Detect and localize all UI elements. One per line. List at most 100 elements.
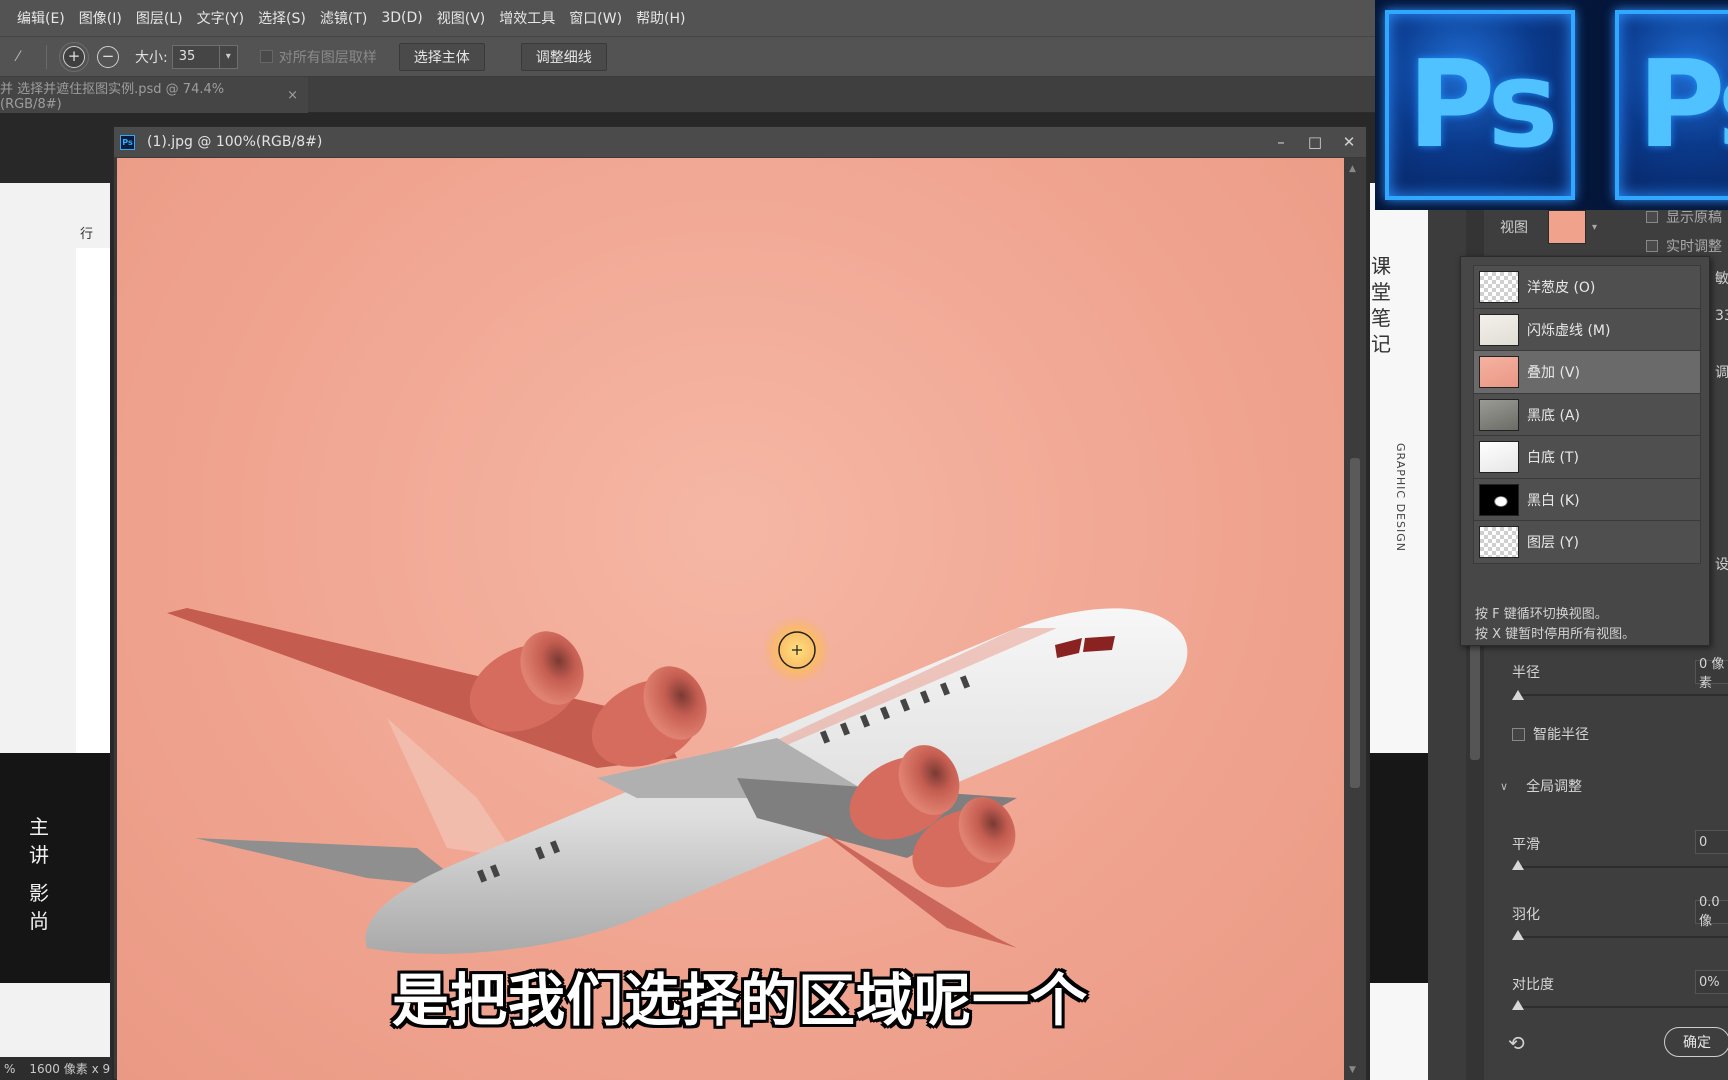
view-mode-item[interactable]: 叠加 (V) xyxy=(1473,350,1701,394)
menu-item[interactable]: 3D(D) xyxy=(374,10,429,26)
view-mode-item[interactable]: 黑底 (A) xyxy=(1473,392,1701,437)
chevron-down-icon[interactable]: ∨ xyxy=(1500,780,1508,793)
vertical-scrollbar[interactable]: ▲ ▼ xyxy=(1344,158,1366,1080)
dark-banner xyxy=(1370,753,1428,983)
menu-item[interactable]: 选择(S) xyxy=(251,8,313,28)
smooth-label: 平滑 xyxy=(1512,837,1540,853)
ps-logo-text: Ps xyxy=(1407,35,1558,175)
vertical-char: 堂 xyxy=(1371,280,1391,304)
smooth-slider-track[interactable] xyxy=(1514,866,1728,868)
close-icon[interactable]: ✕ xyxy=(1332,133,1366,151)
divider xyxy=(46,44,47,69)
feather-input[interactable]: 0.0 像 xyxy=(1695,895,1728,929)
minimize-icon[interactable]: – xyxy=(1264,133,1298,151)
vertical-char: 尚 xyxy=(29,909,49,933)
view-mode-thumbnail xyxy=(1479,313,1519,346)
row-label: 行 xyxy=(80,227,94,242)
menu-item[interactable]: 滤镜(T) xyxy=(313,8,374,28)
maximize-icon[interactable]: □ xyxy=(1298,133,1332,151)
menu-item[interactable]: 帮助(H) xyxy=(629,8,692,28)
size-input[interactable]: 35 xyxy=(171,44,220,69)
show-original-row[interactable]: 显示原稿 xyxy=(1646,207,1722,227)
view-mode-label: 叠加 (V) xyxy=(1527,365,1580,381)
realtime-row[interactable]: 实时调整 xyxy=(1646,236,1722,256)
document-size: 1600 像素 x 9 xyxy=(29,1062,111,1076)
view-mode-item[interactable]: 白底 (T) xyxy=(1473,435,1701,479)
add-to-selection-icon[interactable]: + xyxy=(59,41,89,72)
menu-item[interactable]: 图层(L) xyxy=(129,8,190,28)
reset-icon[interactable]: ⟲ xyxy=(1508,1031,1525,1055)
radius-input[interactable]: 0 像素 xyxy=(1695,657,1728,691)
brand-subtitle: GRAPHIC DESIGN xyxy=(1394,443,1407,552)
document-tab[interactable]: 并 选择并遮住抠图实例.psd @ 74.4%(RGB/8#) × xyxy=(0,77,308,113)
view-mode-thumbnail xyxy=(1479,483,1519,516)
vertical-char: 笔 xyxy=(1371,306,1391,330)
scroll-down-icon[interactable]: ▼ xyxy=(1349,1065,1356,1075)
menu-bar: 编辑(E) 图像(I) 图层(L) 文字(Y) 选择(S) 滤镜(T) 3D(D) 视图(V)… xyxy=(0,0,1380,36)
refine-hair-button[interactable]: 调整细线 xyxy=(520,42,607,71)
close-icon[interactable]: × xyxy=(287,88,298,103)
canvas-image[interactable] xyxy=(117,158,1345,1080)
window-titlebar[interactable]: Ps (1).jpg @ 100%(RGB/8#) – □ ✕ xyxy=(114,127,1366,157)
menu-item[interactable]: 窗口(W) xyxy=(562,8,629,28)
hint-text: 按 X 键暂时停用所有视图。 xyxy=(1475,627,1636,642)
contrast-slider-track[interactable] xyxy=(1514,1006,1728,1008)
smart-radius-checkbox[interactable] xyxy=(1512,727,1525,741)
ps-logo: Ps xyxy=(1615,10,1728,200)
view-mode-thumbnail xyxy=(1479,356,1519,388)
ok-button[interactable]: 确定 xyxy=(1664,1027,1728,1057)
airplane-image xyxy=(167,608,1188,954)
vertical-char: 影 xyxy=(29,881,49,905)
smart-radius-row[interactable]: 智能半径 xyxy=(1512,724,1589,744)
subtract-from-selection-icon[interactable]: − xyxy=(97,45,119,68)
radius-slider-track[interactable] xyxy=(1514,694,1728,696)
ps-logo: Ps xyxy=(1385,10,1575,200)
ps-logo-text: Ps xyxy=(1637,35,1728,175)
realtime-checkbox[interactable] xyxy=(1646,240,1658,252)
select-subject-button[interactable]: 选择主体 xyxy=(398,42,485,71)
chevron-down-icon[interactable]: ▾ xyxy=(1592,222,1597,233)
scrollbar-thumb[interactable] xyxy=(1350,458,1360,788)
size-label: 大小: xyxy=(135,49,168,66)
menu-item[interactable]: 文字(Y) xyxy=(190,8,251,28)
smooth-input[interactable]: 0 xyxy=(1695,830,1728,854)
view-mode-dropdown[interactable] xyxy=(1548,210,1586,244)
view-mode-menu: 按 F 键循环切换视图。 按 X 键暂时停用所有视图。 洋葱皮 (O) 闪烁虚线 … xyxy=(1460,256,1710,646)
menu-item[interactable]: 图像(I) xyxy=(72,8,129,28)
menu-item[interactable]: 编辑(E) xyxy=(10,8,72,28)
document-window[interactable]: Ps (1).jpg @ 100%(RGB/8#) – □ ✕ ▲ ▼ xyxy=(113,126,1367,1080)
vertical-text: 主讲影尚 xyxy=(28,813,50,935)
view-mode-thumbnail xyxy=(1479,441,1519,473)
radius-slider-knob[interactable] xyxy=(1512,690,1524,700)
scroll-up-icon[interactable]: ▲ xyxy=(1349,164,1356,174)
dark-banner xyxy=(0,753,110,983)
document-tab-bar: 并 选择并遮住抠图实例.psd @ 74.4%(RGB/8#) × xyxy=(0,77,1380,113)
view-mode-thumbnail xyxy=(1479,398,1519,431)
window-title: (1).jpg @ 100%(RGB/8#) xyxy=(147,134,323,150)
global-adjust-header[interactable]: ∨ 全局调整 xyxy=(1500,776,1582,796)
smooth-slider-knob[interactable] xyxy=(1512,860,1524,870)
sample-all-layers-checkbox[interactable] xyxy=(259,50,273,63)
vertical-char: 记 xyxy=(1371,332,1391,356)
view-mode-label: 黑底 (A) xyxy=(1527,407,1580,424)
ps-file-icon: Ps xyxy=(120,134,135,150)
show-original-checkbox[interactable] xyxy=(1646,211,1658,223)
clipped-text: 33 xyxy=(1715,308,1728,324)
view-mode-item[interactable]: 图层 (Y) xyxy=(1473,520,1701,564)
view-mode-item[interactable]: 闪烁虚线 (M) xyxy=(1473,307,1701,352)
menu-item[interactable]: 视图(V) xyxy=(430,8,493,28)
chevron-down-icon[interactable]: ▾ xyxy=(219,44,238,69)
feather-slider-track[interactable] xyxy=(1514,936,1728,938)
view-mode-item[interactable]: 黑白 (K) xyxy=(1473,477,1701,522)
vertical-char: 主 xyxy=(29,815,49,839)
feather-slider-knob[interactable] xyxy=(1512,930,1524,940)
view-mode-item[interactable]: 洋葱皮 (O) xyxy=(1473,265,1701,309)
status-bar: % 1600 像素 x 9 xyxy=(0,1057,112,1080)
menu-item[interactable]: 增效工具 xyxy=(492,8,562,28)
clipped-text: 调 xyxy=(1715,365,1728,381)
quick-selection-tool-icon[interactable]: ⁄ xyxy=(0,37,36,77)
contrast-slider-knob[interactable] xyxy=(1512,1000,1524,1010)
zoom-readout[interactable]: % xyxy=(4,1062,15,1076)
contrast-input[interactable]: 0% xyxy=(1695,970,1728,994)
view-mode-label: 洋葱皮 (O) xyxy=(1527,280,1596,296)
